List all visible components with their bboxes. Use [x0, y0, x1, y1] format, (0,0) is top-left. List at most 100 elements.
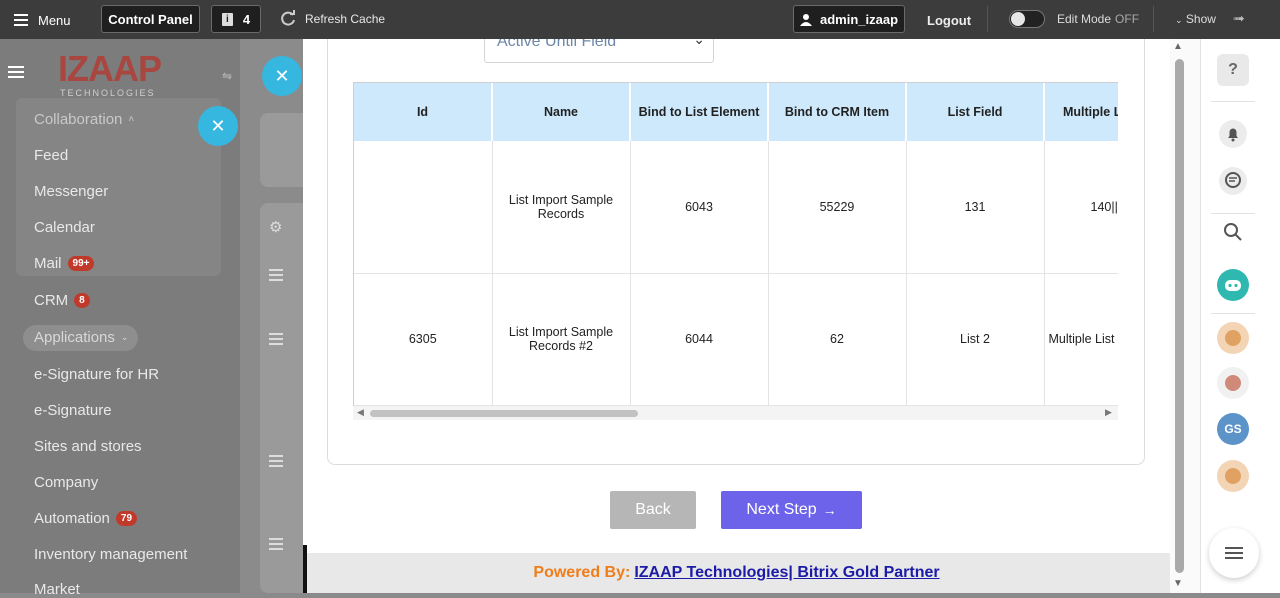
scroll-right-icon[interactable]: ▶ — [1105, 407, 1112, 418]
divider — [1211, 313, 1255, 314]
refresh-label: Refresh Cache — [305, 12, 386, 26]
divider — [1211, 213, 1255, 214]
back-button[interactable]: Back — [610, 491, 696, 529]
tasks-button[interactable]: i 4 — [211, 5, 261, 33]
show-toggle[interactable]: ⌄ Show — [1175, 12, 1216, 26]
sidebar-item-esignature-hr[interactable]: e-Signature for HR — [34, 366, 159, 383]
avatar[interactable] — [1217, 460, 1249, 492]
scrollbar-thumb[interactable] — [370, 410, 638, 417]
scroll-down-icon[interactable]: ▼ — [1173, 578, 1183, 589]
table-cell: 6043 — [630, 141, 769, 274]
notifications-button[interactable] — [1217, 118, 1249, 150]
table-cell: List Import Sample Records — [492, 141, 631, 274]
menu-icon — [14, 14, 28, 26]
chevron-up-icon: ˄ — [128, 114, 135, 125]
robot-icon — [1225, 280, 1241, 291]
sidebar-item-mail[interactable]: Mail 99+ — [34, 255, 95, 272]
sidebar-item-calendar[interactable]: Calendar — [34, 219, 95, 236]
scroll-up-icon[interactable]: ▲ — [1173, 41, 1183, 52]
table-cell: List Import Sample Records #2 — [492, 273, 631, 406]
table-cell: List 2 — [906, 273, 1045, 406]
company-logo: IZAAP TECHNOLOGIES — [58, 48, 162, 98]
messenger-button[interactable] — [1217, 165, 1249, 197]
sidebar-item-sites[interactable]: Sites and stores — [34, 438, 142, 455]
divider — [987, 6, 988, 32]
row-drag-icon[interactable] — [269, 333, 283, 345]
column-header-id: Id — [354, 83, 493, 141]
refresh-icon — [281, 10, 295, 26]
table-cell: 62 — [768, 273, 907, 406]
table-horizontal-scrollbar[interactable]: ◀ ▶ — [353, 406, 1118, 420]
table-cell: 140|| — [1044, 141, 1118, 274]
sidebar-item-company[interactable]: Company — [34, 474, 98, 491]
sidebar-item-crm[interactable]: CRM 8 — [34, 292, 90, 309]
records-table-container[interactable]: Id Name Bind to List Element Bind to CRM… — [353, 82, 1118, 420]
sidebar-item-messenger[interactable]: Messenger — [34, 183, 108, 200]
table-cell: 6305 — [354, 273, 493, 406]
activity-list-button[interactable] — [1209, 528, 1259, 578]
table-cell: 131 — [906, 141, 1045, 274]
help-icon[interactable]: ? — [1217, 54, 1249, 86]
crm-badge: 8 — [74, 293, 90, 308]
scrollbar-thumb[interactable] — [1175, 59, 1184, 573]
user-icon — [799, 13, 812, 26]
row-drag-icon[interactable] — [269, 455, 283, 467]
column-header-list-field: List Field — [906, 83, 1045, 141]
copilot-avatar[interactable] — [1217, 269, 1249, 301]
edit-mode-toggle[interactable] — [1009, 10, 1045, 28]
table-cell — [354, 141, 493, 274]
arrow-right-icon: → — [822, 502, 837, 518]
refresh-cache-button[interactable]: Refresh Cache — [279, 10, 385, 28]
gear-icon[interactable]: ⚙ — [269, 218, 282, 236]
sidebar-item-inventory[interactable]: Inventory management — [34, 546, 187, 563]
chat-icon — [1219, 167, 1247, 195]
close-icon: ✕ — [210, 115, 226, 136]
select-value: Active Until Field — [497, 39, 617, 50]
row-drag-icon[interactable] — [269, 538, 283, 550]
top-admin-bar: Menu Control Panel i 4 Refresh Cache adm… — [0, 0, 1280, 39]
sidebar-group-collaboration[interactable]: Collaboration ˄ — [34, 111, 134, 128]
edit-mode-state: OFF — [1115, 12, 1140, 26]
row-drag-icon[interactable] — [269, 269, 283, 281]
import-wizard-modal: Active Until Field ⌄ Id Name Bind to Lis… — [303, 39, 1170, 593]
scroll-left-icon[interactable]: ◀ — [357, 407, 364, 418]
powered-by-footer: Powered By: IZAAP Technologies| Bitrix G… — [303, 553, 1170, 593]
close-slider-button[interactable]: ✕ — [198, 106, 238, 146]
sidebar-item-market[interactable]: Market — [34, 581, 80, 598]
search-button[interactable] — [1217, 216, 1249, 248]
sidebar-group-applications[interactable]: Applications ⌄ — [34, 329, 128, 346]
avatar[interactable] — [1217, 322, 1249, 354]
user-button[interactable]: admin_izaap — [793, 5, 905, 33]
table-row: List Import Sample Records 6043 55229 13… — [354, 141, 1118, 274]
search-icon — [1224, 223, 1242, 241]
close-icon: ✕ — [274, 65, 290, 86]
close-modal-button[interactable]: ✕ — [262, 56, 302, 96]
settings-sliders-icon[interactable]: ⇋ — [222, 69, 232, 83]
next-step-label: Next Step — [746, 501, 817, 518]
avatar[interactable] — [1217, 367, 1249, 399]
records-table: Id Name Bind to List Element Bind to CRM… — [354, 83, 1118, 406]
modal-edge — [303, 545, 307, 593]
table-header-row: Id Name Bind to List Element Bind to CRM… — [354, 83, 1118, 141]
column-header-bind-list-element: Bind to List Element — [630, 83, 769, 141]
logout-link[interactable]: Logout — [927, 13, 971, 28]
sidebar-item-esignature[interactable]: e-Signature — [34, 402, 112, 419]
control-panel-button[interactable]: Control Panel — [101, 5, 200, 33]
sidebar-item-automation[interactable]: Automation 79 — [34, 510, 138, 527]
next-step-button[interactable]: Next Step → — [721, 491, 862, 529]
list-icon — [1225, 547, 1243, 559]
modal-vertical-scrollbar[interactable]: ▲ ▼ — [1170, 39, 1200, 593]
sidebar-item-feed[interactable]: Feed — [34, 147, 68, 164]
divider — [1211, 101, 1255, 102]
bell-icon — [1219, 120, 1247, 148]
pin-icon[interactable]: ➟ — [1233, 10, 1245, 27]
active-until-field-select[interactable]: Active Until Field ⌄ — [484, 39, 714, 63]
menu-label: Menu — [38, 12, 71, 28]
table-row: 6305 List Import Sample Records #2 6044 … — [354, 273, 1118, 406]
menu-button[interactable]: Menu — [14, 9, 71, 31]
table-cell: Multiple List List — [1044, 273, 1118, 406]
partner-link[interactable]: IZAAP Technologies| Bitrix Gold Partner — [634, 564, 939, 582]
sidebar-collapse-icon[interactable] — [8, 66, 24, 78]
avatar-initials[interactable]: GS — [1217, 413, 1249, 445]
column-header-multiple-list: Multiple L — [1044, 83, 1118, 141]
